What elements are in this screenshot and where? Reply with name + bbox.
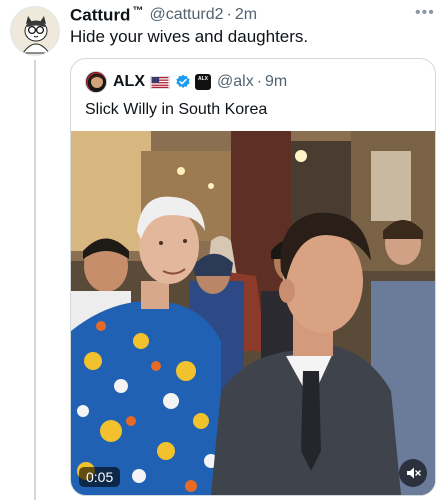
quoted-tweet-text: Slick Willy in South Korea (85, 101, 268, 118)
mute-icon[interactable] (399, 459, 427, 487)
quoted-avatar[interactable] (85, 71, 107, 93)
us-flag-icon (150, 75, 170, 89)
author-handle[interactable]: @catturd2 (149, 6, 223, 24)
tweet-header: Catturd ™ @catturd2 · 2m (70, 4, 436, 26)
affiliate-badge-text: ALX (198, 76, 208, 82)
quoted-tweet-header: ALX ALX @alx · 9m (85, 71, 287, 93)
video-frame (71, 131, 435, 495)
tweet-timestamp[interactable]: 2m (235, 6, 257, 24)
tweet-text: Hide your wives and daughters. (70, 27, 309, 46)
verified-badge-icon (176, 74, 190, 88)
video-duration: 0:05 (79, 467, 121, 487)
author-name[interactable]: Catturd ™ (70, 5, 143, 26)
thread-line (34, 60, 36, 500)
trademark-mark: ™ (132, 4, 144, 17)
quoted-timestamp[interactable]: 9m (265, 73, 287, 91)
video-player[interactable]: 0:05 (71, 131, 435, 495)
separator-dot: · (226, 6, 232, 23)
author-name-text[interactable]: Catturd (70, 5, 130, 24)
affiliate-badge-icon: ALX (195, 74, 211, 90)
avatar[interactable] (10, 6, 60, 56)
quoted-author-handle[interactable]: @alx (217, 73, 254, 91)
more-icon[interactable]: ••• (415, 4, 444, 22)
quoted-tweet[interactable]: ALX ALX @alx · 9m Slick Willy in South K… (70, 58, 436, 496)
quoted-separator-dot: · (256, 73, 263, 90)
quoted-author-name[interactable]: ALX (113, 73, 145, 91)
